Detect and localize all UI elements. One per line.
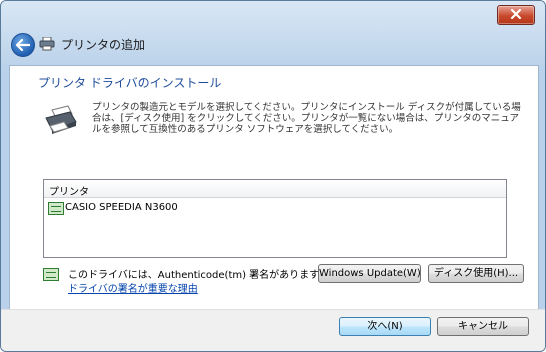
signed-driver-icon [43, 268, 59, 281]
list-item-label: CASIO SPEEDIA N3600 [65, 202, 178, 213]
add-printer-window: プリンタの追加 プリンタ ドライバのインストール プリンタの製造元とモデルを選択… [0, 0, 546, 352]
driver-icon [48, 202, 64, 215]
content-pane: プリンタ ドライバのインストール プリンタの製造元とモデルを選択してください。プ… [9, 65, 539, 311]
close-button[interactable] [497, 5, 535, 25]
cancel-button[interactable]: キャンセル [437, 317, 529, 336]
signature-info-link[interactable]: ドライバの署名が重要な理由 [68, 280, 198, 295]
list-column-header[interactable]: プリンタ [44, 180, 506, 198]
list-header-label: プリンタ [49, 187, 89, 198]
instructions-text: プリンタの製造元とモデルを選択してください。プリンタにインストール ディスクが付… [92, 102, 521, 135]
printer-illustration-icon [45, 105, 77, 134]
printer-icon [39, 37, 55, 51]
title-bar [1, 1, 545, 65]
window-title: プリンタの追加 [61, 38, 146, 52]
signature-status-text: このドライバには、Authenticode(tm) 署名があります。 [68, 270, 329, 281]
have-disk-button[interactable]: ディスク使用(H)... [428, 264, 524, 283]
next-button[interactable]: 次へ(N) [339, 317, 431, 336]
back-button[interactable] [11, 33, 35, 57]
back-arrow-icon [16, 39, 30, 51]
windows-update-button[interactable]: Windows Update(W) [318, 264, 421, 283]
printer-model-list[interactable]: プリンタ CASIO SPEEDIA N3600 [43, 179, 507, 258]
close-icon [510, 9, 522, 19]
page-heading: プリンタ ドライバのインストール [38, 76, 222, 90]
